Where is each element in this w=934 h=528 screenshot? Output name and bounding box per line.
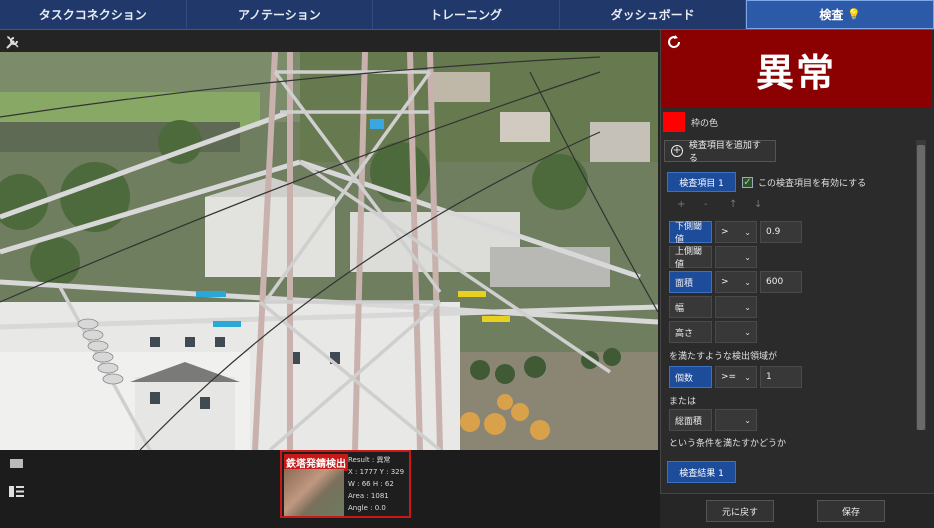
condition-field-upper-threshold[interactable]: 上側閾値 bbox=[669, 246, 712, 270]
move-up-button[interactable]: ↑ bbox=[729, 199, 737, 210]
or-text: または bbox=[669, 397, 697, 407]
detection-info-line: X : 1777 Y : 329 bbox=[348, 468, 405, 476]
frame-color-swatch[interactable] bbox=[663, 112, 685, 132]
item-tab-label: 検査項目 1 bbox=[679, 178, 724, 189]
tab-label: ダッシュボード bbox=[610, 8, 695, 22]
chevron-down-icon: ⌄ bbox=[744, 302, 751, 312]
detection-crop-image bbox=[284, 469, 344, 516]
detection-info-line: Result : 異常 bbox=[348, 456, 391, 464]
count-operator-select[interactable]: >= ⌄ bbox=[715, 366, 757, 388]
chevron-down-icon: ⌄ bbox=[744, 372, 751, 382]
undo-button[interactable]: 元に戻す bbox=[706, 500, 774, 522]
detection-info-line: W : 66 H : 62 bbox=[348, 480, 394, 488]
tab-annotation[interactable]: アノテーション bbox=[186, 0, 374, 29]
frame-color-row: 枠の色 bbox=[663, 112, 718, 132]
tab-task-connection[interactable]: タスクコネクション bbox=[0, 0, 187, 29]
condition-operator-select[interactable]: ⌄ bbox=[715, 321, 757, 343]
refresh-icon[interactable] bbox=[666, 34, 682, 50]
tower-photo bbox=[0, 52, 658, 450]
inspection-item-tab[interactable]: 検査項目 1 bbox=[667, 172, 736, 192]
inspection-result-tab[interactable]: 検査結果 1 bbox=[667, 461, 736, 483]
verdict-banner: 異常 bbox=[661, 30, 931, 108]
result-tab-label: 検査結果 1 bbox=[679, 468, 724, 479]
detection-info-line: Angle : 0.0 bbox=[348, 504, 386, 512]
tab-label: タスクコネクション bbox=[38, 8, 147, 22]
tab-label: アノテーション bbox=[238, 8, 321, 22]
panel-footer bbox=[660, 493, 934, 528]
tab-label: 検査 bbox=[819, 8, 844, 22]
condition-field-area[interactable]: 面積 bbox=[669, 271, 712, 293]
total-area-operator-select[interactable]: ⌄ bbox=[715, 409, 757, 431]
add-condition-button[interactable]: + bbox=[677, 199, 685, 210]
chevron-down-icon: ⌄ bbox=[744, 327, 751, 337]
plus-circle-icon: + bbox=[671, 145, 683, 157]
condition-field-width[interactable]: 幅 bbox=[669, 296, 712, 318]
detection-result-card[interactable]: 鉄塔発錆検出 Result : 異常 X : 1777 Y : 329 W : … bbox=[280, 450, 411, 518]
tab-label: トレーニング bbox=[429, 8, 502, 22]
move-down-button[interactable]: ↓ bbox=[754, 199, 762, 210]
satisfy-text: を満たすような検出領域が bbox=[669, 352, 778, 362]
save-button[interactable]: 保存 bbox=[817, 500, 885, 522]
panel-scrollbar-thumb[interactable] bbox=[917, 145, 925, 430]
condition-operator-select[interactable]: ⌄ bbox=[715, 246, 757, 268]
condition-operator-select[interactable]: > ⌄ bbox=[715, 271, 757, 293]
count-field[interactable]: 個数 bbox=[669, 366, 712, 388]
add-item-label: 検査項目を追加する bbox=[688, 141, 761, 164]
verdict-text: 異常 bbox=[755, 50, 836, 95]
tab-dashboard[interactable]: ダッシュボード bbox=[559, 0, 747, 29]
tab-inspection[interactable]: 検査 💡 bbox=[746, 0, 934, 29]
condition-field-height[interactable]: 高さ bbox=[669, 321, 712, 343]
enable-label: この検査項目を有効にする bbox=[758, 179, 867, 189]
enable-item-row[interactable]: ✓ この検査項目を有効にする bbox=[742, 176, 866, 189]
remove-condition-button[interactable]: - bbox=[704, 199, 708, 210]
chevron-down-icon: ⌄ bbox=[744, 227, 751, 237]
condition-value-input[interactable]: 600 bbox=[760, 271, 802, 293]
detection-info-line: Area : 1081 bbox=[348, 492, 389, 500]
condition-operator-select[interactable]: > ⌄ bbox=[715, 221, 757, 243]
chevron-down-icon: ⌄ bbox=[744, 277, 751, 287]
add-inspection-item-button[interactable]: + 検査項目を追加する bbox=[664, 140, 776, 164]
chevron-down-icon: ⌄ bbox=[744, 415, 751, 425]
enable-checkbox[interactable]: ✓ bbox=[742, 177, 753, 188]
list-view-icon[interactable] bbox=[9, 486, 24, 497]
chevron-down-icon: ⌄ bbox=[744, 252, 751, 262]
inspection-app: タスクコネクション アノテーション トレーニング ダッシュボード 検査 💡 鉄塔… bbox=[0, 0, 934, 528]
tab-training[interactable]: トレーニング bbox=[373, 0, 560, 29]
count-value-input[interactable]: 1 bbox=[760, 366, 802, 388]
judge-text: という条件を満たすかどうか bbox=[669, 439, 787, 449]
condition-operator-select[interactable]: ⌄ bbox=[715, 296, 757, 318]
condition-value-input[interactable]: 0.9 bbox=[760, 221, 802, 243]
condition-field-lower-threshold[interactable]: 下側閾値 bbox=[669, 221, 712, 245]
detection-info: Result : 異常 X : 1777 Y : 329 W : 66 H : … bbox=[348, 454, 404, 514]
main-tab-bar: タスクコネクション アノテーション トレーニング ダッシュボード 検査 💡 bbox=[0, 0, 934, 30]
total-area-field[interactable]: 総面積 bbox=[669, 409, 712, 431]
frame-color-label: 枠の色 bbox=[691, 118, 719, 129]
lightbulb-icon: 💡 bbox=[847, 8, 862, 21]
image-view-icon[interactable] bbox=[10, 459, 23, 468]
inspection-image[interactable] bbox=[0, 52, 658, 450]
tools-icon[interactable] bbox=[5, 34, 21, 50]
